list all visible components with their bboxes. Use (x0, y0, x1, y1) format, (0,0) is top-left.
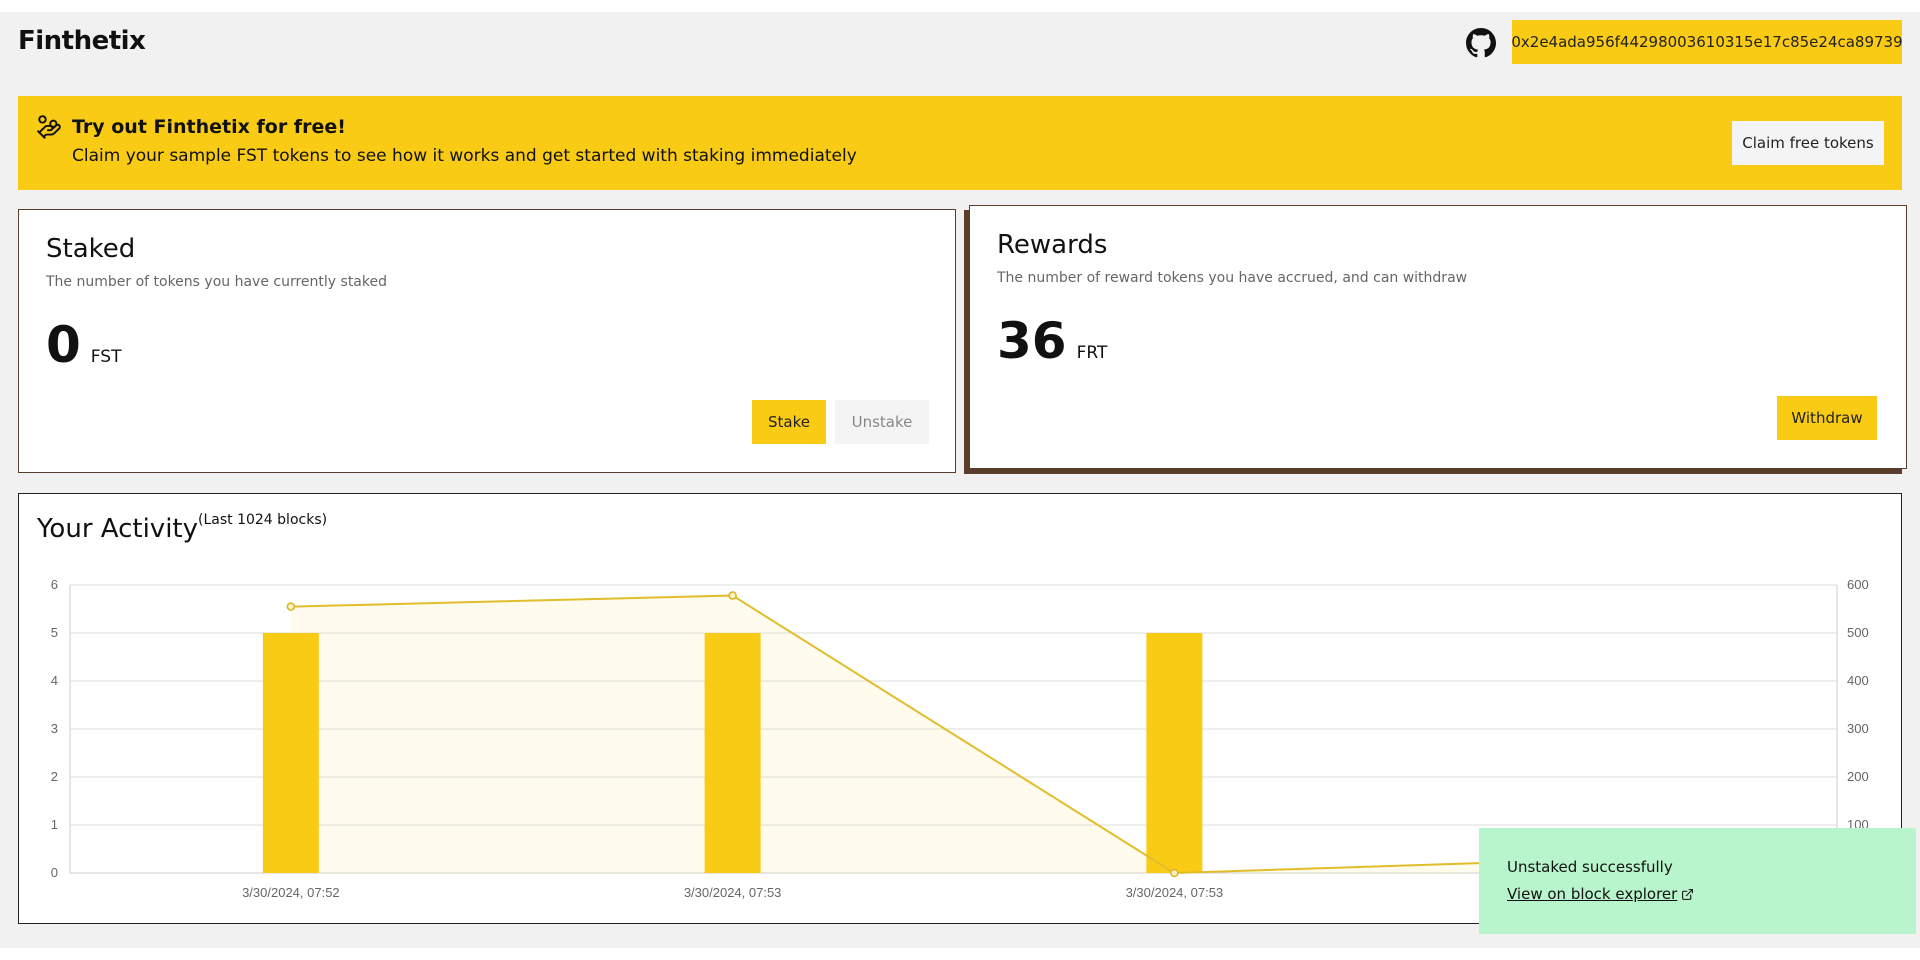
y-left-tick-label: 2 (51, 769, 58, 784)
bar-mark (704, 633, 761, 873)
banner-subtitle: Claim your sample FST tokens to see how … (72, 146, 857, 166)
rewards-title: Rewards (997, 230, 1108, 260)
staked-amount: 0 (46, 316, 81, 374)
block-explorer-link[interactable]: View on block explorer (1507, 885, 1694, 903)
withdraw-button[interactable]: Withdraw (1777, 396, 1877, 440)
staked-unit: FST (90, 347, 122, 367)
y-left-tick-label: 1 (51, 817, 58, 832)
y-right-tick-label: 400 (1847, 673, 1869, 688)
x-tick-label: 3/30/2024, 07:53 (684, 885, 782, 900)
line-point (1170, 868, 1179, 878)
page-background: Finthetix 0x2e4ada956f44298003610315e17c… (0, 12, 1920, 948)
line-point (728, 591, 737, 600)
y-right-tick-label: 500 (1847, 625, 1869, 640)
external-link-icon (1682, 889, 1694, 900)
y-left-tick-label: 3 (51, 721, 58, 736)
x-tick-label: 3/30/2024, 07:53 (1126, 885, 1224, 900)
line-point (286, 602, 296, 611)
y-left-tick-label: 0 (51, 865, 58, 880)
github-icon[interactable] (1466, 28, 1496, 58)
bar-mark (262, 633, 319, 873)
brand-logo[interactable]: Finthetix (18, 26, 146, 56)
y-left-tick-label: 4 (51, 673, 58, 688)
x-tick-label: 3/30/2024, 07:52 (242, 885, 340, 900)
toast-message: Unstaked successfully (1507, 858, 1673, 876)
rewards-card: Rewards The number of reward tokens you … (969, 205, 1907, 469)
staked-amount-display: 0 FST (46, 316, 121, 374)
free-trial-banner: Try out Finthetix for free! Claim your s… (18, 96, 1902, 190)
banner-title: Try out Finthetix for free! (72, 116, 346, 138)
y-left-tick-label: 5 (51, 625, 58, 640)
rewards-amount-display: 36 FRT (997, 312, 1107, 370)
staked-card: Staked The number of tokens you have cur… (18, 209, 956, 473)
wallet-address-button[interactable]: 0x2e4ada956f44298003610315e17c85e24ca897… (1511, 20, 1903, 64)
y-left-tick-label: 6 (51, 577, 58, 592)
bar-mark (1146, 633, 1203, 873)
y-right-tick-label: 600 (1847, 577, 1869, 592)
success-toast: Unstaked successfully View on block expl… (1479, 828, 1916, 934)
stake-button[interactable]: Stake (752, 400, 826, 444)
unstake-button[interactable]: Unstake (835, 400, 929, 444)
staked-title: Staked (46, 234, 136, 264)
rewards-subtitle: The number of reward tokens you have acc… (997, 270, 1468, 286)
staked-subtitle: The number of tokens you have currently … (46, 274, 387, 290)
y-right-tick-label: 200 (1847, 769, 1869, 784)
y-right-tick-label: 300 (1847, 721, 1869, 736)
block-explorer-link-label: View on block explorer (1507, 885, 1678, 903)
claim-free-tokens-button[interactable]: Claim free tokens (1732, 121, 1884, 165)
hand-coins-icon (37, 115, 61, 139)
rewards-unit: FRT (1076, 343, 1108, 363)
rewards-amount: 36 (997, 312, 1067, 370)
top-bar: Finthetix 0x2e4ada956f44298003610315e17c… (18, 12, 1903, 72)
